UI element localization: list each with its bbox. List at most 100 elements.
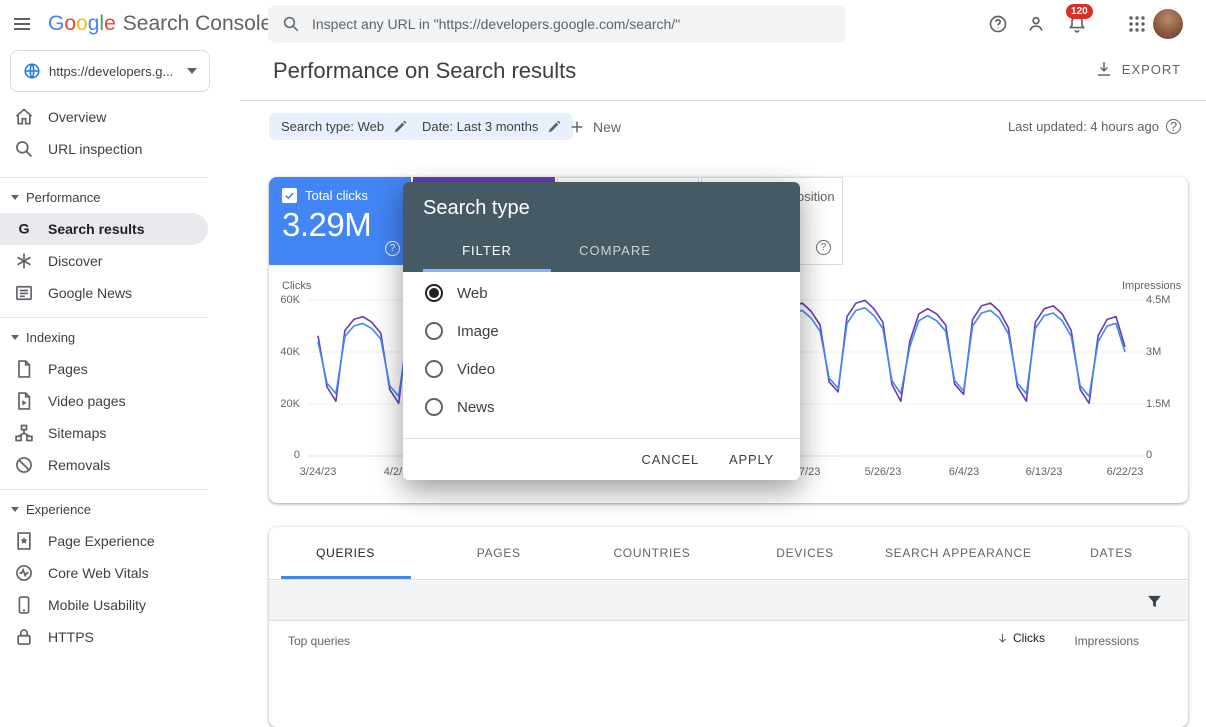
column-impressions[interactable]: Impressions [1074,634,1139,648]
home-icon [14,107,34,127]
radio-selected-icon[interactable] [425,284,443,302]
page-title: Performance on Search results [273,58,576,84]
column-clicks[interactable]: Clicks [996,631,1045,645]
chevron-down-icon [187,68,197,74]
sidebar-item-label: Google News [48,285,132,301]
apply-button[interactable]: APPLY [729,452,774,467]
option-label: Web [457,285,488,302]
tab-label: PAGES [477,546,521,560]
dialog-tabs: FILTER COMPARE [423,232,679,272]
tab-label: FILTER [462,243,512,258]
section-performance[interactable]: Performance [0,181,208,213]
metric-card-total-clicks[interactable]: Total clicks 3.29M ? [269,177,411,265]
download-icon [1095,60,1113,78]
tab-devices[interactable]: DEVICES [729,527,882,579]
date-range-chip[interactable]: Date: Last 3 months [410,113,573,140]
option-web[interactable]: Web [403,274,800,312]
help-circle-icon[interactable]: ? [816,240,831,255]
avatar[interactable] [1153,9,1183,39]
sidebar-item-google-news[interactable]: Google News [0,277,208,309]
export-button[interactable]: EXPORT [1095,60,1181,78]
logo-letter: G [48,12,64,36]
collapse-arrow-icon [11,507,19,512]
option-image[interactable]: Image [403,312,800,350]
x-tick: 6/4/23 [929,466,999,478]
url-inspect-input[interactable] [312,16,831,32]
queries-panel: QUERIES PAGES COUNTRIES DEVICES SEARCH A… [269,527,1188,727]
left-axis-label: Clicks [282,280,311,292]
property-selector[interactable]: https://developers.g... [10,50,210,92]
option-label: News [457,399,495,416]
new-filter-button[interactable]: New [563,113,627,140]
tab-dates[interactable]: DATES [1035,527,1188,579]
url-inspect-searchbar[interactable] [268,5,845,43]
search-icon [282,15,300,33]
sidebar-item-label: Core Web Vitals [48,565,149,581]
lock-icon [14,627,34,647]
last-updated-text: Last updated: 4 hours ago [1008,119,1159,134]
apps-button[interactable] [1123,10,1151,38]
sidebar-item-sitemaps[interactable]: Sitemaps [0,417,208,449]
svg-text:G: G [18,222,29,238]
sidebar: https://developers.g... Overview URL ins… [0,48,240,661]
menu-button[interactable] [8,10,36,38]
section-indexing[interactable]: Indexing [0,321,208,353]
sidebar-item-search-results[interactable]: G Search results [0,213,208,245]
y-tick: 60K [269,294,300,306]
sidebar-item-overview[interactable]: Overview [0,101,208,133]
edit-pencil-icon[interactable] [393,120,407,134]
checked-checkbox-icon[interactable] [282,188,297,203]
dimension-tabs: QUERIES PAGES COUNTRIES DEVICES SEARCH A… [269,527,1188,580]
column-top-queries[interactable]: Top queries [288,634,350,648]
sidebar-item-removals[interactable]: Removals [0,449,208,481]
sidebar-item-pages[interactable]: Pages [0,353,208,385]
help-circle-icon[interactable]: ? [385,241,400,256]
edit-pencil-icon[interactable] [547,120,561,134]
tab-pages[interactable]: PAGES [422,527,575,579]
x-tick: 5/26/23 [848,466,918,478]
y-tick: 0 [269,449,300,461]
x-tick: 3/24/23 [283,466,353,478]
tab-countries[interactable]: COUNTRIES [575,527,728,579]
help-button[interactable] [984,10,1012,38]
tab-queries[interactable]: QUERIES [269,527,422,579]
sidebar-item-mobile-usability[interactable]: Mobile Usability [0,589,208,621]
user-settings-button[interactable] [1022,10,1050,38]
option-video[interactable]: Video [403,350,800,388]
notification-count-badge: 120 [1066,4,1093,19]
x-tick: 6/13/23 [1009,466,1079,478]
sitemaps-icon [14,423,34,443]
sidebar-item-core-web-vitals[interactable]: Core Web Vitals [0,557,208,589]
radio-icon[interactable] [425,322,443,340]
radio-icon[interactable] [425,398,443,416]
search-type-chip[interactable]: Search type: Web [269,113,419,140]
radio-icon[interactable] [425,360,443,378]
property-globe-icon [23,62,41,80]
sidebar-item-discover[interactable]: Discover [0,245,208,277]
help-circle-icon[interactable]: ? [1166,119,1181,134]
sidebar-item-label: Search results [48,221,145,237]
y-tick: 1.5M [1146,398,1170,410]
user-settings-icon [1026,14,1046,34]
sidebar-item-page-experience[interactable]: Page Experience [0,525,208,557]
chip-label: Date: Last 3 months [422,119,538,134]
dialog-tab-compare[interactable]: COMPARE [551,232,679,272]
option-news[interactable]: News [403,388,800,426]
logo-letter: o [64,12,76,36]
cancel-button[interactable]: CANCEL [642,452,700,467]
table-toolbar [269,581,1188,621]
product-name: Search Console [123,12,272,36]
sidebar-item-url-inspection[interactable]: URL inspection [0,133,208,165]
sort-down-icon [996,632,1009,645]
section-experience[interactable]: Experience [0,493,208,525]
filter-funnel-icon[interactable] [1146,593,1163,610]
tab-search-appearance[interactable]: SEARCH APPEARANCE [882,527,1035,579]
x-tick: 6/22/23 [1090,466,1160,478]
collapse-arrow-icon [11,195,19,200]
dialog-tab-filter[interactable]: FILTER [423,232,551,272]
dialog-footer: CANCEL APPLY [403,438,800,480]
core-web-vitals-icon [14,563,34,583]
sidebar-item-video-pages[interactable]: Video pages [0,385,208,417]
sidebar-item-https[interactable]: HTTPS [0,621,208,653]
hamburger-icon [13,15,31,33]
